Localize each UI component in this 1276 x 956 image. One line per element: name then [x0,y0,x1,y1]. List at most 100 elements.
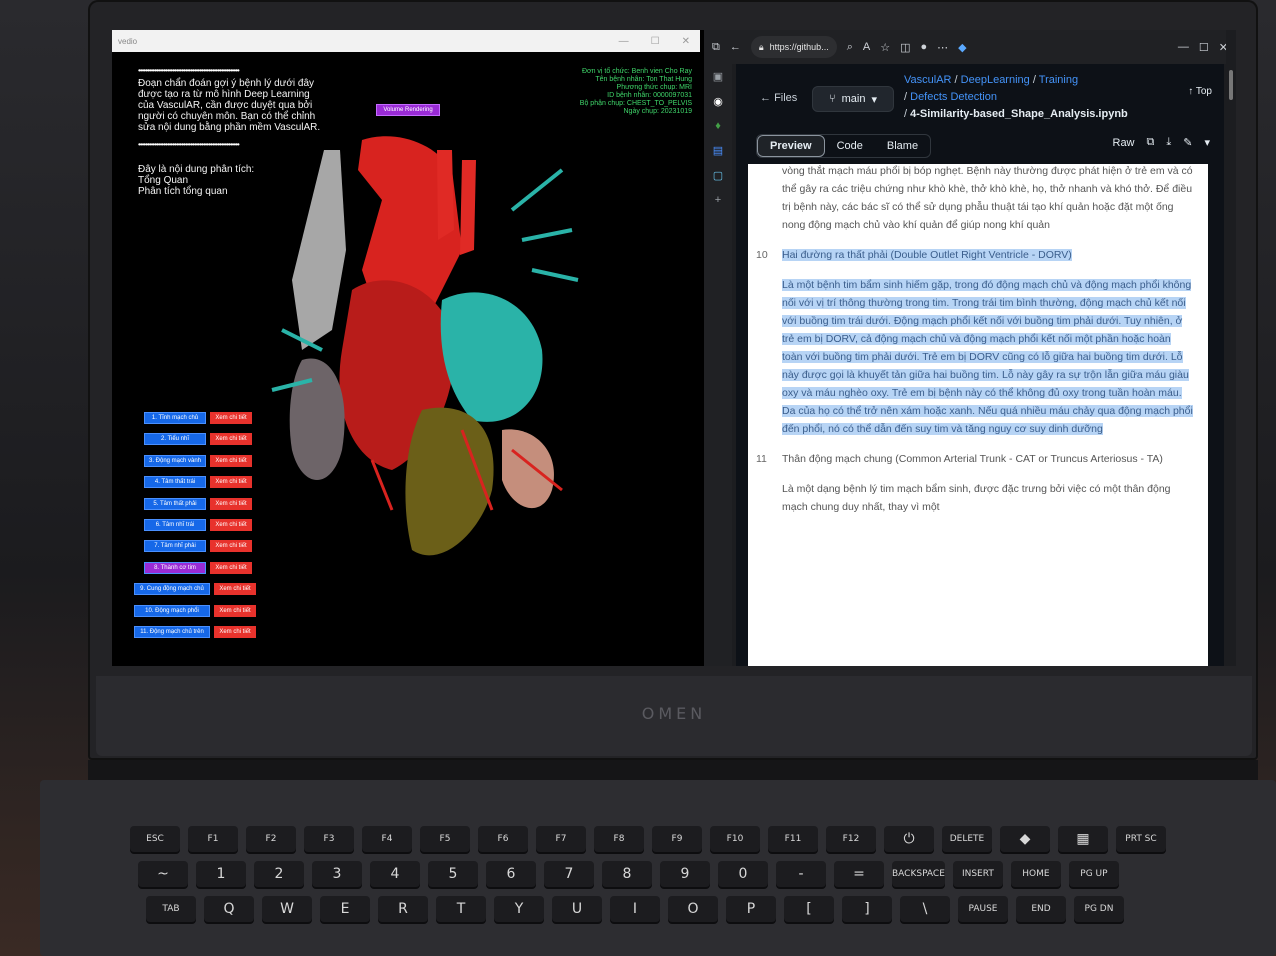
patient-info-line: Ngày chụp: 20231019 [623,108,693,115]
structure-button[interactable]: 8. Thành cơ tim [144,561,206,574]
keyboard-key: = [834,861,884,887]
keyboard-key: F5 [420,826,470,852]
structure-row: 4. Tâm thất trái Xem chi tiết [144,476,252,489]
address-bar[interactable]: 🔒︎ https://github... [750,36,837,58]
keyboard-key: 3 [312,861,362,887]
volume-rendering-button[interactable]: Volume Rendering [376,104,440,116]
vascular-app-window: vedio — ☐ ✕ ••••••••••••••••••••••••••••… [112,30,700,666]
detail-button[interactable]: Xem chi tiết [210,497,252,510]
structure-button[interactable]: 9. Cung động mạch chủ [134,583,210,596]
detail-button[interactable]: Xem chi tiết [214,604,256,617]
list-item-title: Hai đường ra thất phải (Double Outlet Ri… [782,249,1072,261]
tab-code[interactable]: Code [825,135,875,157]
tab-blame[interactable]: Blame [875,135,930,157]
maximize-icon[interactable]: ☐ [651,36,660,47]
breadcrumb-deeplearning[interactable]: DeepLearning [961,74,1030,86]
keyboard-key: F3 [304,826,354,852]
app-titlebar: vedio — ☐ ✕ [112,30,700,52]
scrollbar-thumb[interactable] [1229,70,1233,100]
detail-button[interactable]: Xem chi tiết [210,519,252,531]
list-item: 11 Thân động mạch chung (Common Arterial… [756,450,1194,516]
keyboard-key: Q [204,896,254,922]
branch-selector[interactable]: ⑂ main ▾ [812,86,894,112]
structure-row: 6. Tâm nhĩ trái Xem chi tiết [144,519,252,531]
list-number: 11 [756,453,767,465]
patient-info-line: ID bệnh nhân: 0000097031 [607,92,692,99]
detail-button[interactable]: Xem chi tiết [210,540,252,553]
keyboard-key: O [668,896,718,922]
workspaces-icon[interactable]: ▣ [713,70,723,83]
keyboard-key: 2 [254,861,304,887]
minimize-icon[interactable]: — [1178,41,1189,53]
heart-3d-render[interactable] [262,130,582,570]
edit-icon[interactable]: ✎ [1183,136,1192,149]
keyboard-row: ~1 2 3 4 5 6 7 8 9 0- = BACKSPACE INSERT HOME PG UP [138,861,1250,887]
minimize-icon[interactable]: — [619,36,629,47]
keyboard-key: ▦ [1058,826,1108,852]
tab-actions-icon[interactable]: ⧉ [712,41,720,54]
split-screen-icon[interactable]: ◫ [900,41,910,54]
more-menu-icon[interactable]: ⋯ [937,41,948,54]
breadcrumb-training[interactable]: Training [1039,74,1078,86]
keyboard-key: PAUSE [958,896,1008,922]
maximize-icon[interactable]: ☐ [1199,41,1209,54]
keyboard-key: 6 [486,861,536,887]
structure-button[interactable]: 4. Tâm thất trái [144,476,206,489]
keyboard-key: ◆ [1000,826,1050,852]
detail-button[interactable]: Xem chi tiết [210,561,252,574]
detail-button[interactable]: Xem chi tiết [214,626,256,638]
structure-button[interactable]: 3. Động mạch vành [144,454,206,467]
structure-button[interactable]: 1. Tĩnh mạch chủ [144,412,206,424]
files-button[interactable]: ← Files [760,92,797,104]
zoom-icon[interactable]: ⌕ [847,41,853,54]
download-icon[interactable]: ⤓ [1166,136,1171,149]
app-icon[interactable]: ▢ [713,169,723,182]
analysis-line: Tổng Quan [138,175,189,186]
back-icon[interactable]: ← [730,41,741,53]
copy-icon[interactable]: ⧉ [1147,136,1155,149]
structure-button[interactable]: 11. Động mạch chủ trên [134,626,210,638]
keyboard-key: F6 [478,826,528,852]
notebook-preview[interactable]: vòng thắt mạch máu phổi bị bóp nghẹt. Bệ… [748,164,1208,666]
keyboard-row: TAB Q W E R T Y U I O P [] \ PAUSE END PG DN [146,896,1250,922]
keyboard-key: R [378,896,428,922]
copilot-icon[interactable]: ◆ [958,41,966,54]
structure-button[interactable]: 7. Tâm nhĩ phải [144,540,206,553]
structure-row: 10. Động mạch phổi Xem chi tiết [134,604,256,617]
paragraph: vòng thắt mạch máu phổi bị bóp nghẹt. Bệ… [782,165,1193,231]
keyboard-key: BACKSPACE [892,861,945,887]
read-aloud-icon[interactable]: A [863,41,870,53]
raw-button[interactable]: Raw [1113,137,1135,149]
notes-icon[interactable]: ▤ [713,144,723,157]
add-icon[interactable]: + [715,194,721,206]
detail-button[interactable]: Xem chi tiết [210,476,252,489]
github-icon[interactable]: ◉ [713,95,723,108]
profile-avatar[interactable]: ● [921,41,928,53]
chevron-down-icon[interactable]: ▾ [1204,136,1210,149]
detail-button[interactable]: Xem chi tiết [210,454,252,467]
keyboard: ESC F1 F2 F3 F4 F5 F6 F7 F8 F9 F10 F11 F12 ⏻ DELETE ◆ ▦ P… [130,826,1250,931]
scrollbar[interactable] [1226,30,1236,632]
keyboard-key: F12 [826,826,876,852]
structure-button[interactable]: 6. Tâm nhĩ trái [144,519,206,531]
list-item-title: Thân động mạch chung (Common Arterial Tr… [782,453,1163,465]
branch-icon: ⑂ [829,93,836,105]
top-button[interactable]: ↑ Top [1188,86,1212,97]
detail-button[interactable]: Xem chi tiết [214,583,256,596]
keyboard-row: ESC F1 F2 F3 F4 F5 F6 F7 F8 F9 F10 F11 F12 ⏻ DELETE ◆ ▦ P… [130,826,1250,852]
structure-row: 5. Tâm thất phải Xem chi tiết [144,497,252,510]
structure-button[interactable]: 2. Tiểu nhĩ [144,433,206,446]
browser-sidebar: ▣ ◉ ♦ ▤ ▢ + [704,64,732,666]
detail-button[interactable]: Xem chi tiết [210,433,252,446]
tab-preview[interactable]: Preview [757,135,825,157]
structure-button[interactable]: 10. Động mạch phổi [134,604,210,617]
favorite-icon[interactable]: ☆ [880,41,890,54]
close-icon[interactable]: ✕ [682,36,690,47]
breadcrumb-repo[interactable]: VasculAR [904,74,951,86]
extension-icon[interactable]: ♦ [715,120,721,132]
keyboard-key: PG UP [1068,861,1119,887]
structure-row: 8. Thành cơ tim Xem chi tiết [144,561,252,574]
breadcrumb-defects[interactable]: Defects Detection [910,91,997,103]
detail-button[interactable]: Xem chi tiết [210,412,252,424]
structure-button[interactable]: 5. Tâm thất phải [144,497,206,510]
